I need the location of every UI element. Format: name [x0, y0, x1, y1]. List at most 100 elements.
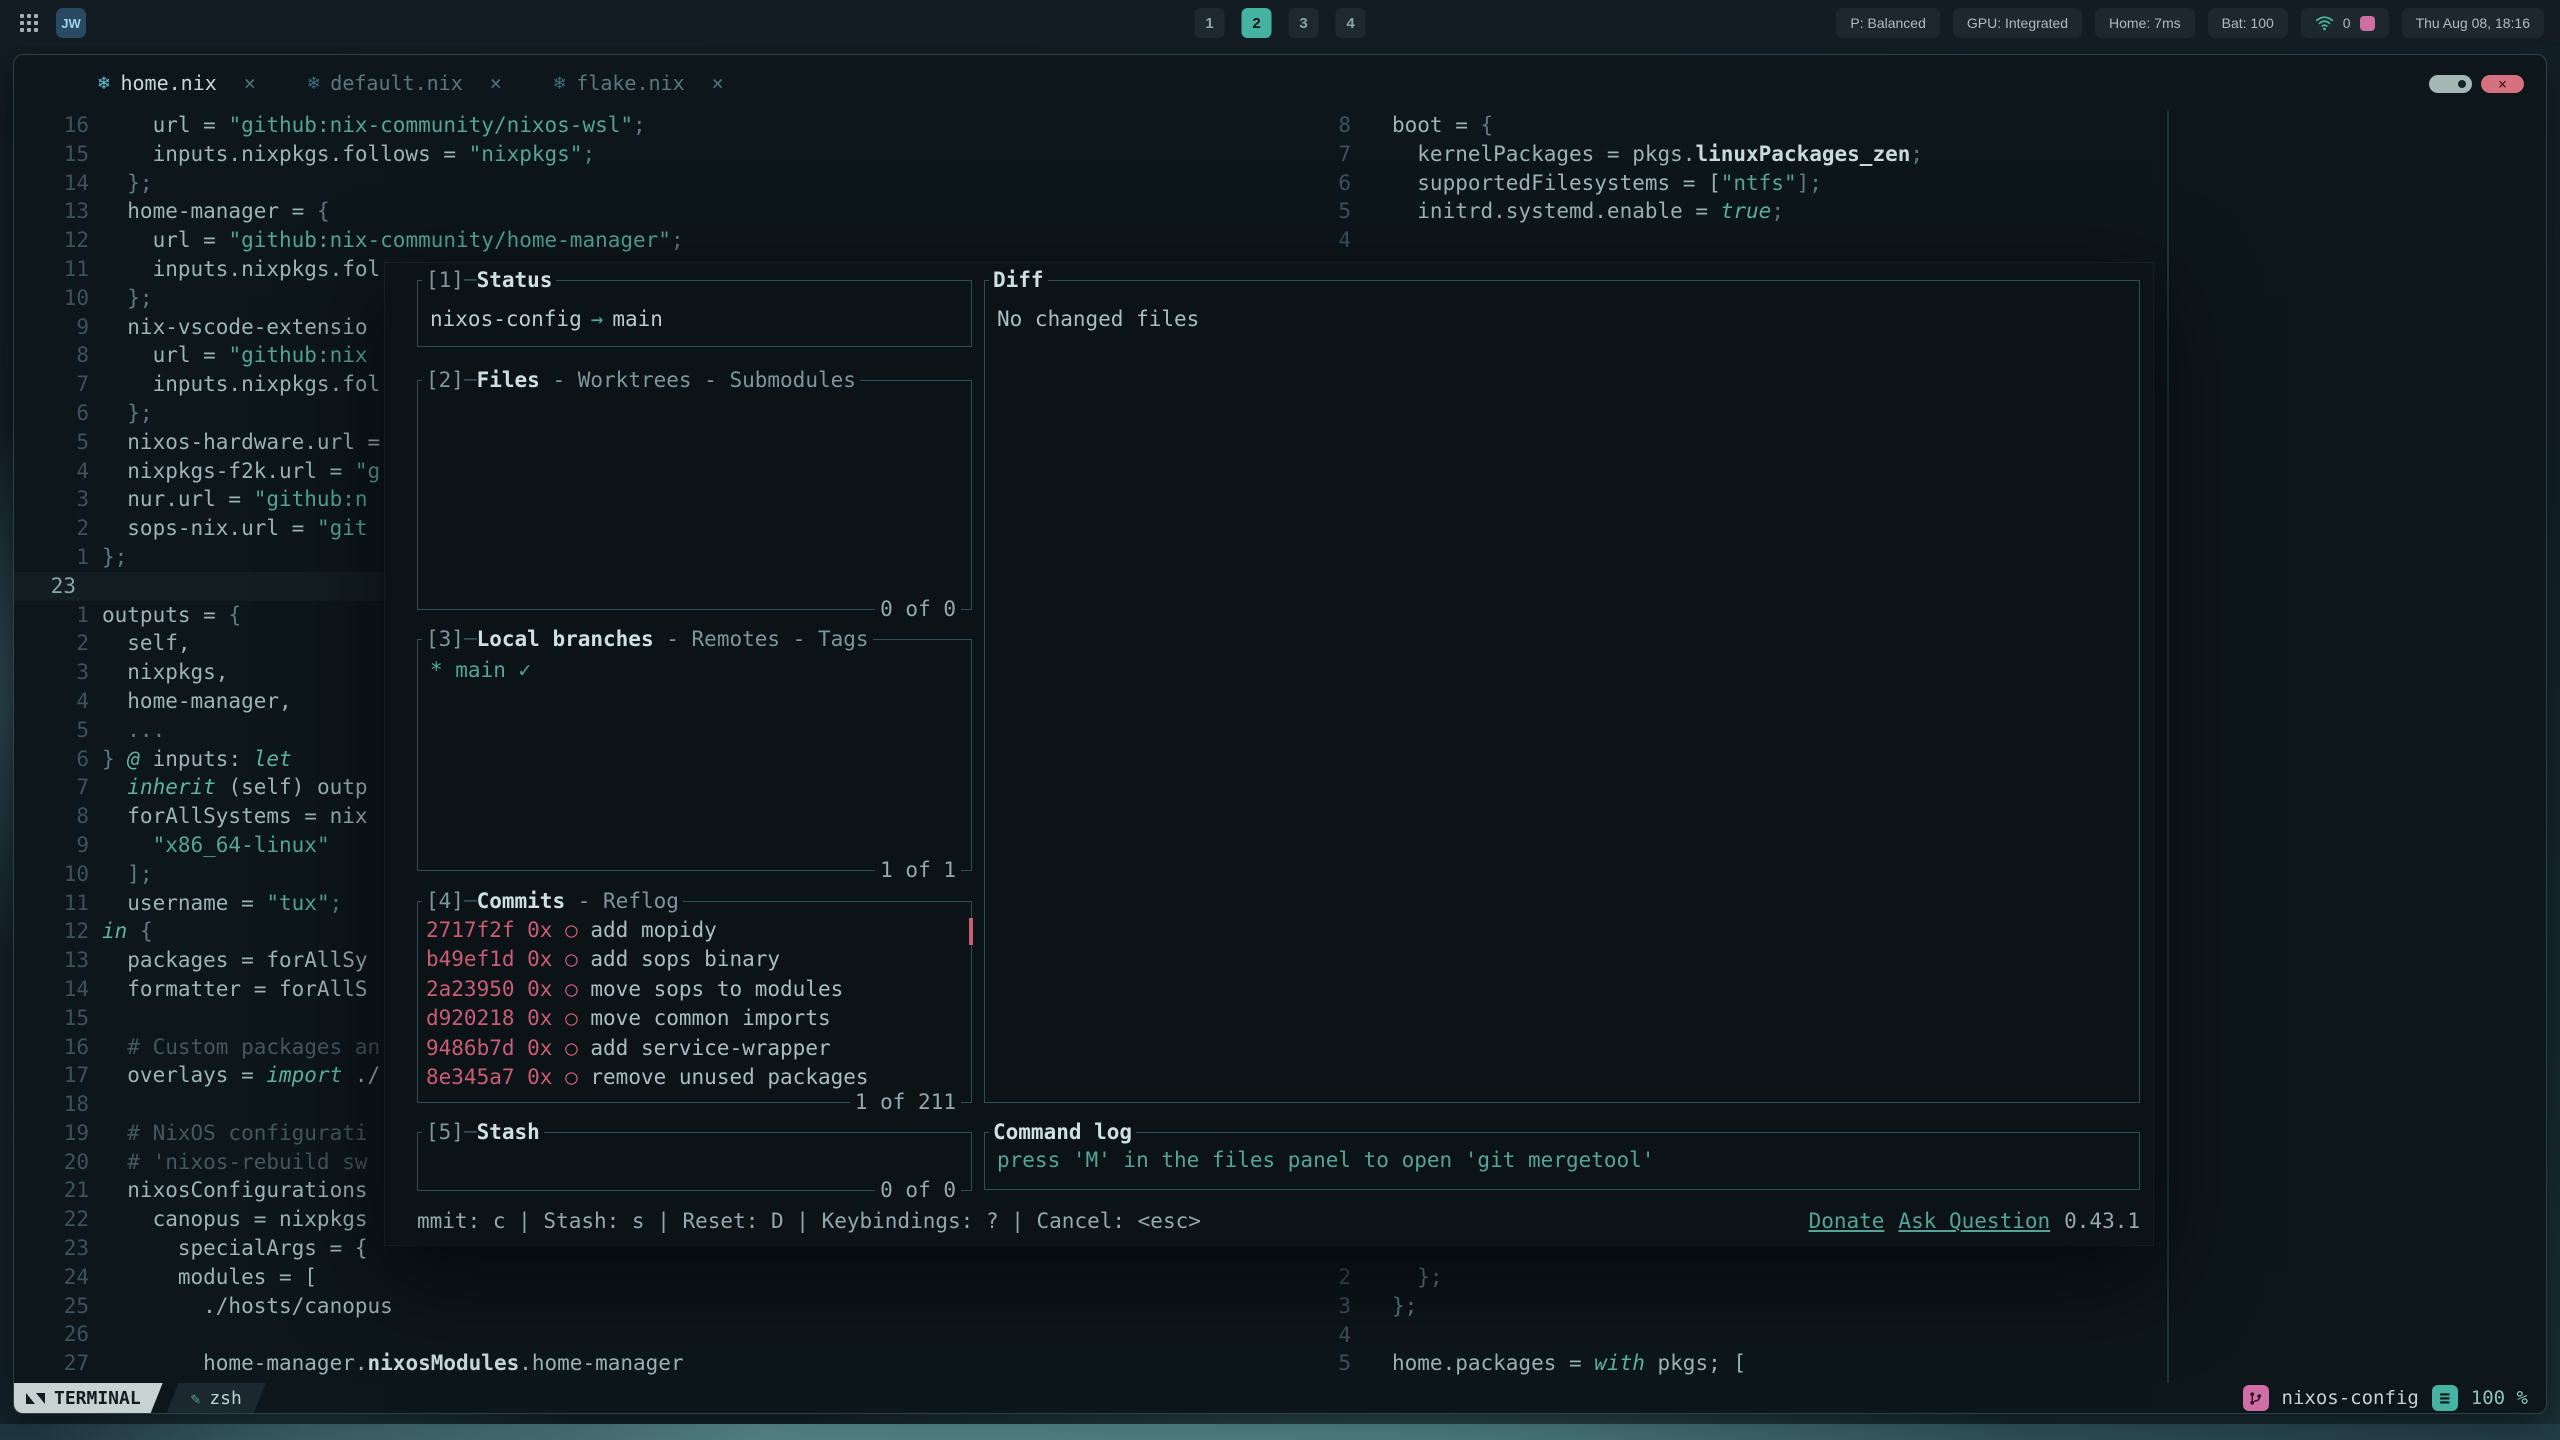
- code-line[interactable]: 3};: [1307, 1292, 2546, 1321]
- lazygit-branches-panel[interactable]: [3]─Local branches - Remotes - Tags * ma…: [417, 639, 972, 871]
- code-line[interactable]: 15 inputs.nixpkgs.follows = "nixpkgs";: [14, 140, 1307, 169]
- tab-default.nix[interactable]: ❄default.nix×: [302, 71, 508, 95]
- status-bar-right: nixos-config ≡ 100 %: [2243, 1385, 2546, 1411]
- nix-snowflake-icon: ❄: [98, 72, 109, 94]
- lazygit-status-panel[interactable]: [1]─Status nixos-config → main: [417, 280, 972, 347]
- top-bar-right: P: BalancedGPU: IntegratedHome: 7msBat: …: [1836, 8, 2544, 38]
- line-number: 6: [14, 399, 89, 428]
- line-number: 8: [14, 802, 89, 831]
- workspace-button-3[interactable]: 3: [1289, 8, 1319, 38]
- commit-author: 0x: [515, 945, 566, 974]
- commit-row[interactable]: 2717f2f 0x ○ add mopidy: [426, 916, 971, 945]
- code-line[interactable]: 6 supportedFilesystems = ["ntfs"];: [1307, 169, 2546, 198]
- line-number: 8: [1307, 111, 1351, 140]
- code-line[interactable]: 26: [14, 1320, 1307, 1349]
- code-line[interactable]: 7 kernelPackages = pkgs.linuxPackages_ze…: [1307, 140, 2546, 169]
- top-bar-left: JW: [16, 8, 86, 38]
- line-number: 3: [1307, 1292, 1351, 1321]
- line-number: 5: [14, 716, 89, 745]
- code-line[interactable]: 12 url = "github:nix-community/home-mana…: [14, 226, 1307, 255]
- status-module-3: Bat: 100: [2208, 8, 2288, 38]
- workspace-button-4[interactable]: 4: [1336, 8, 1366, 38]
- code-line[interactable]: 27 home-manager.nixosModules.home-manage…: [14, 1349, 1307, 1378]
- tab-close-icon[interactable]: ×: [712, 71, 724, 95]
- commit-message: move sops to modules: [590, 975, 843, 1004]
- workspace-switcher: 1234: [1195, 8, 1366, 38]
- line-number: 8: [14, 341, 89, 370]
- code-line[interactable]: 5 initrd.systemd.enable = true;: [1307, 197, 2546, 226]
- code-line[interactable]: 5home.packages = with pkgs; [: [1307, 1349, 2546, 1378]
- donate-link[interactable]: Donate: [1809, 1207, 1885, 1236]
- line-number: 27: [14, 1349, 89, 1378]
- system-tray[interactable]: 0: [2301, 8, 2389, 38]
- branch-arrow-icon: →: [591, 305, 604, 334]
- commit-message: move common imports: [590, 1004, 830, 1033]
- line-number: 12: [14, 917, 89, 946]
- tab-home.nix[interactable]: ❄home.nix×: [92, 71, 262, 95]
- workspace-button-1[interactable]: 1: [1195, 8, 1225, 38]
- line-number: 16: [14, 1033, 89, 1062]
- line-number: 5: [1307, 1349, 1351, 1378]
- code-line[interactable]: 25 ./hosts/canopus: [14, 1292, 1307, 1321]
- commit-row[interactable]: 9486b7d 0x ○ add service-wrapper: [426, 1034, 971, 1063]
- code-line[interactable]: 24 modules = [: [14, 1263, 1307, 1292]
- ask-question-link[interactable]: Ask Question: [1898, 1207, 2050, 1236]
- lazygit-overlay: [1]─Status nixos-config → main [2]─Files…: [385, 263, 2153, 1245]
- code-line[interactable]: 8boot = {: [1307, 111, 2546, 140]
- panel-count: 1 of 211: [850, 1088, 961, 1117]
- lazygit-command-log-panel[interactable]: Command log press 'M' in the files panel…: [984, 1132, 2140, 1190]
- window-toggle-pill[interactable]: [2429, 75, 2472, 93]
- panel-title: Command log: [993, 1120, 1132, 1144]
- commit-list: 2717f2f 0x ○ add mopidyb49ef1d 0x ○ add …: [418, 902, 971, 1092]
- workspace-button-2[interactable]: 2: [1242, 8, 1272, 38]
- tab-close-icon[interactable]: ×: [244, 71, 256, 95]
- nix-snowflake-icon: ❄: [554, 72, 565, 94]
- commit-hash: 9486b7d: [426, 1034, 515, 1063]
- line-number: 7: [1307, 140, 1351, 169]
- app-launcher-icon[interactable]: [20, 14, 24, 18]
- status-module-1: GPU: Integrated: [1953, 8, 2082, 38]
- panel-key: [1]: [426, 268, 464, 292]
- line-number: 4: [14, 687, 89, 716]
- zellij-status-bar: TERMINAL ✎ zsh nixos-config ≡ 100 %: [14, 1383, 2546, 1413]
- code-line[interactable]: 2 };: [1307, 1263, 2546, 1292]
- commits-scrollbar[interactable]: [969, 918, 973, 945]
- clock: Thu Aug 08, 18:16: [2402, 8, 2544, 38]
- window-controls: ×: [2429, 75, 2524, 93]
- code-line[interactable]: 16 url = "github:nix-community/nixos-wsl…: [14, 111, 1307, 140]
- window-close-pill[interactable]: ×: [2481, 75, 2524, 93]
- line-number: 2: [14, 629, 89, 658]
- tab-close-icon[interactable]: ×: [490, 71, 502, 95]
- commit-message: remove unused packages: [590, 1063, 868, 1092]
- command-log-content: press 'M' in the files panel to open 'gi…: [985, 1133, 2139, 1175]
- commit-row[interactable]: b49ef1d 0x ○ add sops binary: [426, 945, 971, 974]
- line-number: 17: [14, 1061, 89, 1090]
- commit-row[interactable]: 2a23950 0x ○ move sops to modules: [426, 975, 971, 1004]
- code-line[interactable]: 4: [1307, 1321, 2546, 1350]
- line-number: 6: [14, 745, 89, 774]
- line-number: 14: [14, 975, 89, 1004]
- lazygit-files-panel[interactable]: [2]─Files - Worktrees - Submodules 0 of …: [417, 380, 972, 610]
- tab-flake.nix[interactable]: ❄flake.nix×: [548, 71, 730, 95]
- logo-badge[interactable]: JW: [56, 8, 86, 38]
- commit-hash: 2717f2f: [426, 916, 515, 945]
- lazygit-diff-panel[interactable]: Diff No changed files: [984, 280, 2140, 1103]
- lazygit-stash-panel[interactable]: [5]─Stash 0 of 0: [417, 1132, 972, 1191]
- line-number: 23: [14, 1234, 89, 1263]
- panel-title: Stash: [477, 1120, 540, 1144]
- code-line[interactable]: 4: [1307, 226, 2546, 255]
- lazygit-version: 0.43.1: [2064, 1207, 2140, 1236]
- line-number: 22: [14, 1205, 89, 1234]
- line-number: 7: [14, 773, 89, 802]
- code-line[interactable]: 13 home-manager = {: [14, 197, 1307, 226]
- zellij-logo-icon: [26, 1393, 45, 1404]
- panel-key: [5]: [426, 1120, 464, 1144]
- git-badge-icon[interactable]: [2243, 1385, 2269, 1411]
- panel-count: 0 of 0: [875, 1176, 961, 1205]
- shell-tab[interactable]: ✎ zsh: [167, 1383, 266, 1413]
- list-icon[interactable]: ≡: [2432, 1385, 2458, 1411]
- code-line[interactable]: 14 };: [14, 169, 1307, 198]
- lazygit-commits-panel[interactable]: [4]─Commits - Reflog 2717f2f 0x ○ add mo…: [417, 901, 972, 1103]
- commit-row[interactable]: d920218 0x ○ move common imports: [426, 1004, 971, 1033]
- commit-author: 0x: [515, 1034, 566, 1063]
